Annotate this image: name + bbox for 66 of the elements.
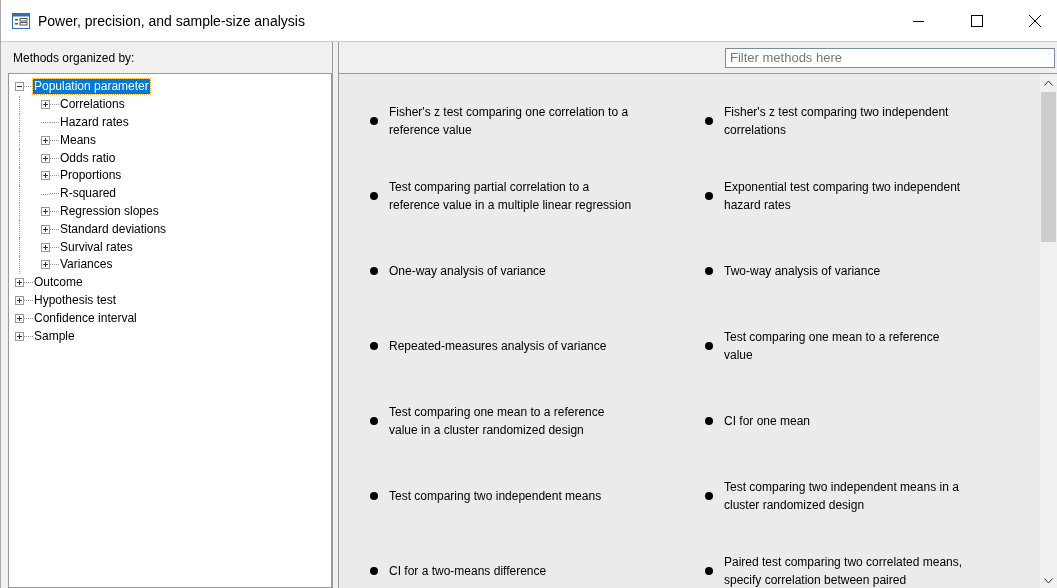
method-link[interactable]: Repeated-measures analysis of variance	[389, 327, 633, 364]
method-link[interactable]: One-way analysis of variance	[389, 252, 633, 289]
bullet-icon	[705, 191, 713, 200]
panel-heading: Methods organized by:	[13, 50, 135, 65]
scroll-up-icon[interactable]	[1044, 80, 1053, 86]
scrollbar[interactable]	[1040, 74, 1057, 588]
method-link[interactable]: Paired test comparing two correlated means, specify correlation between paired	[724, 552, 968, 588]
bullet-icon	[705, 116, 713, 125]
tree-item[interactable]: Correlations	[59, 97, 126, 113]
method-link[interactable]: Test comparing two independent means	[389, 477, 633, 514]
expand-icon[interactable]	[41, 171, 50, 181]
tree-item[interactable]: Standard deviations	[59, 221, 168, 237]
bullet-icon	[370, 491, 378, 500]
method-link[interactable]: Test comparing one mean to a reference value	[724, 327, 968, 364]
bullet-icon	[370, 416, 378, 425]
expand-icon[interactable]	[15, 278, 24, 288]
expand-icon[interactable]	[41, 100, 50, 110]
scroll-down-icon[interactable]	[1044, 578, 1053, 584]
tree-item[interactable]: Outcome	[33, 275, 84, 291]
tree-item[interactable]: Variances	[59, 257, 114, 273]
expand-icon[interactable]	[15, 331, 24, 341]
tree-item[interactable]: Confidence interval	[33, 310, 138, 326]
method-link[interactable]: Test comparing one mean to a reference value in a cluster randomized design	[389, 402, 633, 439]
expand-icon[interactable]	[41, 135, 50, 145]
expand-icon[interactable]	[41, 260, 50, 270]
tree-item[interactable]: Means	[59, 132, 98, 148]
expand-icon[interactable]	[41, 153, 50, 163]
method-link[interactable]: CI for one mean	[724, 402, 968, 439]
method-link[interactable]: Test comparing two independent means in a cluster randomized design	[724, 477, 968, 514]
bullet-icon	[370, 341, 378, 350]
method-link[interactable]: Fisher's z test comparing one correlation to a reference value	[389, 102, 633, 139]
method-link[interactable]: CI for a two-means difference	[389, 552, 633, 588]
bullet-icon	[705, 341, 713, 350]
tree-item[interactable]: Population parameter	[33, 79, 150, 95]
bullet-icon	[705, 416, 713, 425]
method-link[interactable]: Exponential test comparing two independent hazard rates	[724, 177, 968, 214]
maximize-icon[interactable]	[971, 14, 983, 27]
tree-item[interactable]: Survival rates	[59, 239, 134, 255]
expand-icon[interactable]	[15, 295, 24, 305]
tree-item[interactable]: Odds ratio	[59, 150, 117, 166]
expand-icon[interactable]	[41, 224, 50, 234]
method-link[interactable]: Two-way analysis of variance	[724, 252, 968, 289]
tree-item[interactable]: R-squared	[59, 186, 118, 202]
expand-icon[interactable]	[41, 242, 50, 252]
bullet-icon	[370, 266, 378, 275]
tree-item[interactable]: Regression slopes	[59, 203, 160, 219]
bullet-icon	[705, 491, 713, 500]
tree-item[interactable]: Proportions	[59, 168, 123, 184]
scrollbar-thumb[interactable]	[1041, 92, 1056, 242]
window-title: Power, precision, and sample-size analysis	[38, 12, 305, 29]
tree-item[interactable]: Sample	[33, 328, 76, 344]
expand-icon[interactable]	[41, 206, 50, 216]
method-link[interactable]: Fisher's z test comparing two independent correlations	[724, 102, 968, 139]
close-icon[interactable]	[1029, 14, 1041, 27]
app-icon	[12, 12, 30, 29]
collapse-icon[interactable]	[15, 82, 24, 92]
bullet-icon	[705, 266, 713, 275]
tree-item[interactable]: Hypothesis test	[33, 292, 118, 308]
method-link[interactable]: Test comparing partial correlation to a reference value in a multiple linear regression	[389, 177, 633, 214]
bullet-icon	[705, 566, 713, 575]
expand-icon[interactable]	[15, 313, 24, 323]
tree-item[interactable]: Hazard rates	[59, 115, 130, 130]
bullet-icon	[370, 566, 378, 575]
bullet-icon	[370, 116, 378, 125]
filter-field[interactable]: Filter methods here	[725, 47, 1055, 68]
bullet-icon	[370, 191, 378, 200]
